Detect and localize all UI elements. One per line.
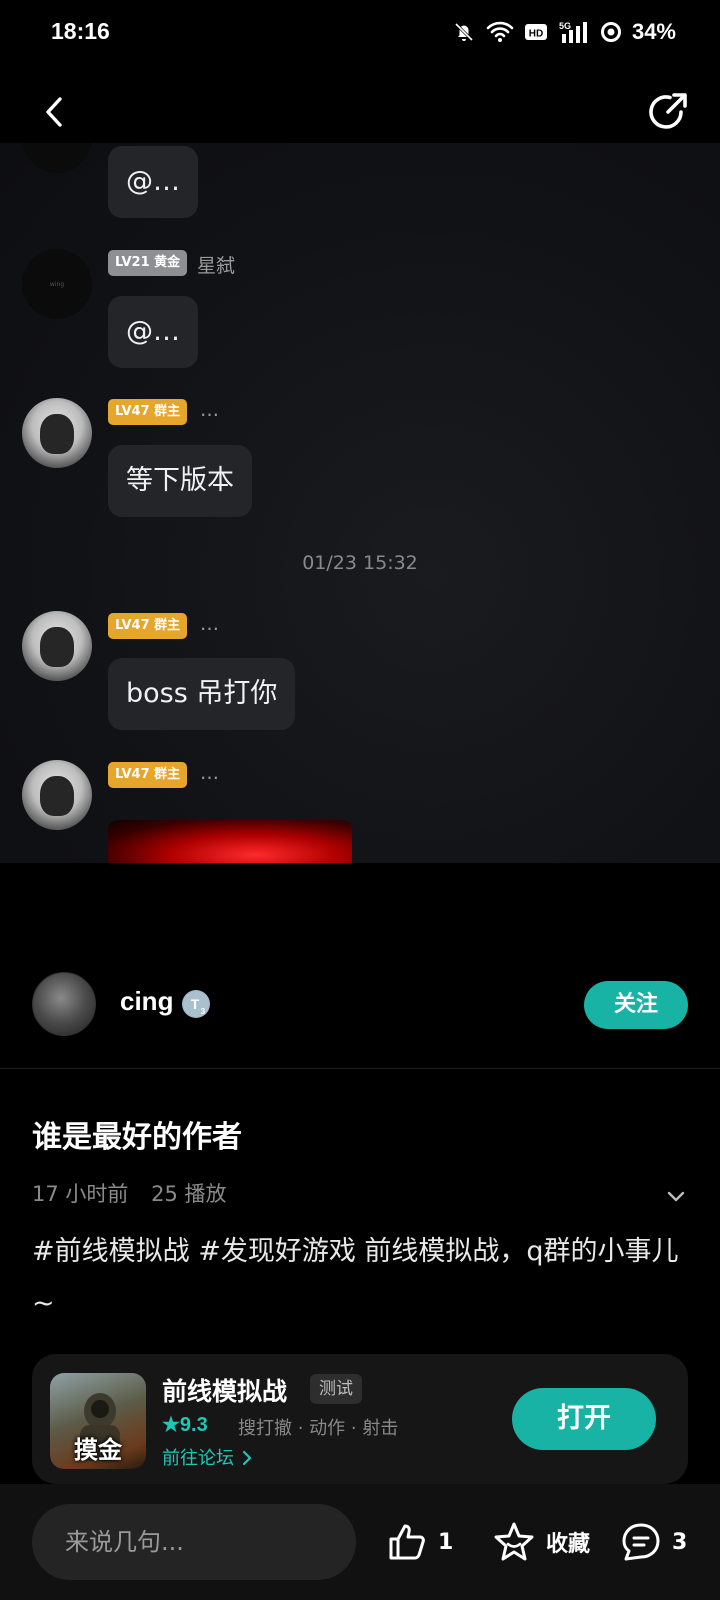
chat-timestamp: 01/23 15:32	[302, 552, 418, 574]
chat-username: …	[200, 399, 219, 421]
comment-count: 3	[672, 1529, 688, 1555]
chat-avatar	[22, 143, 92, 173]
chat-image	[108, 820, 352, 863]
star-icon	[494, 1522, 534, 1561]
thumbs-up-icon	[389, 1524, 425, 1560]
follow-button[interactable]: 关注	[584, 981, 688, 1029]
level-badge: LV47 群主	[108, 762, 188, 788]
game-genres: 搜打撤 · 动作 · 射击	[238, 1418, 399, 1439]
wifi-icon	[486, 21, 514, 42]
game-tag: 测试	[310, 1374, 362, 1404]
chat-avatar: wing	[22, 249, 92, 319]
chevron-left-icon	[46, 97, 62, 127]
forum-link[interactable]: 前往论坛	[162, 1444, 254, 1470]
chevron-right-icon	[242, 1450, 251, 1466]
game-rating: ★9.3	[162, 1414, 208, 1436]
game-icon-text: 摸金	[74, 1436, 122, 1464]
status-bar: 18:16 HD 5G 34%	[0, 0, 720, 64]
expand-button[interactable]	[662, 1182, 690, 1210]
chat-bubble: boss 吊打你	[108, 658, 296, 730]
chevron-down-icon	[667, 1191, 685, 1202]
status-icons: HD 5G 34%	[452, 18, 676, 46]
bottom-bar: 来说几句... 1 收藏 3	[0, 1484, 720, 1600]
chat-avatar	[22, 760, 92, 830]
share-button[interactable]	[644, 88, 692, 136]
verified-badge-icon: T 3	[182, 990, 210, 1018]
author-avatar[interactable]	[32, 972, 96, 1036]
open-game-button[interactable]: 打开	[512, 1388, 656, 1450]
share-icon	[649, 93, 687, 129]
bell-muted-icon	[454, 22, 474, 42]
level-badge: LV21 黄金	[108, 250, 188, 276]
svg-text:3: 3	[201, 1007, 206, 1016]
post-plays: 25 播放	[151, 1182, 227, 1206]
battery-percent: 34%	[631, 19, 676, 44]
chat-username: …	[200, 762, 219, 784]
game-icon[interactable]: 摸金	[50, 1373, 146, 1469]
post-meta: 17 小时前 25 播放	[32, 1178, 227, 1208]
svg-text:HD: HD	[529, 29, 543, 40]
favorite-button[interactable]: 收藏	[492, 1504, 590, 1580]
level-badge: LV47 群主	[108, 399, 188, 425]
like-count: 1	[438, 1529, 454, 1555]
chat-bubble: 等下版本	[108, 445, 252, 517]
comment-bubble-icon	[622, 1523, 660, 1561]
comment-input[interactable]: 来说几句...	[32, 1504, 356, 1580]
chat-avatar	[22, 398, 92, 468]
status-time: 18:16	[51, 18, 110, 44]
post-description: #前线模拟战 #发现好游戏 前线模拟战，q群的小事儿~	[32, 1236, 679, 1319]
divider	[0, 1068, 720, 1069]
author-name[interactable]: cing	[120, 986, 173, 1017]
favorite-label: 收藏	[546, 1532, 591, 1557]
avatar-text: wing	[49, 281, 65, 288]
ring-icon	[600, 22, 621, 42]
chat-username: …	[200, 613, 219, 635]
chat-username: 星弑	[197, 255, 236, 277]
forum-link-label: 前往论坛	[162, 1448, 234, 1469]
comments-button[interactable]: 3	[620, 1504, 687, 1580]
svg-text:5G: 5G	[559, 21, 571, 31]
video-player[interactable]: @… wing LV21 黄金 星弑 @… LV47 群主 … 等下版本 01/…	[0, 143, 720, 863]
chat-bubble: @…	[108, 146, 198, 218]
hd-icon: HD	[524, 24, 547, 40]
chat-avatar	[22, 611, 92, 681]
author-row: cing T 3 关注	[0, 972, 720, 1044]
post-time: 17 小时前	[32, 1182, 129, 1206]
level-badge: LV47 群主	[108, 613, 188, 639]
svg-text:T: T	[191, 996, 200, 1012]
5g-signal-icon: 5G	[559, 21, 587, 43]
like-button[interactable]: 1	[386, 1504, 453, 1580]
post-title: 谁是最好的作者	[32, 1120, 242, 1155]
back-button[interactable]	[34, 90, 78, 134]
chat-bubble: @…	[108, 296, 198, 368]
nav-bar	[0, 80, 720, 144]
game-name: 前线模拟战	[162, 1377, 288, 1406]
game-card[interactable]: 摸金 前线模拟战 测试 ★9.3 搜打撤 · 动作 · 射击 前往论坛 打开	[32, 1354, 688, 1484]
